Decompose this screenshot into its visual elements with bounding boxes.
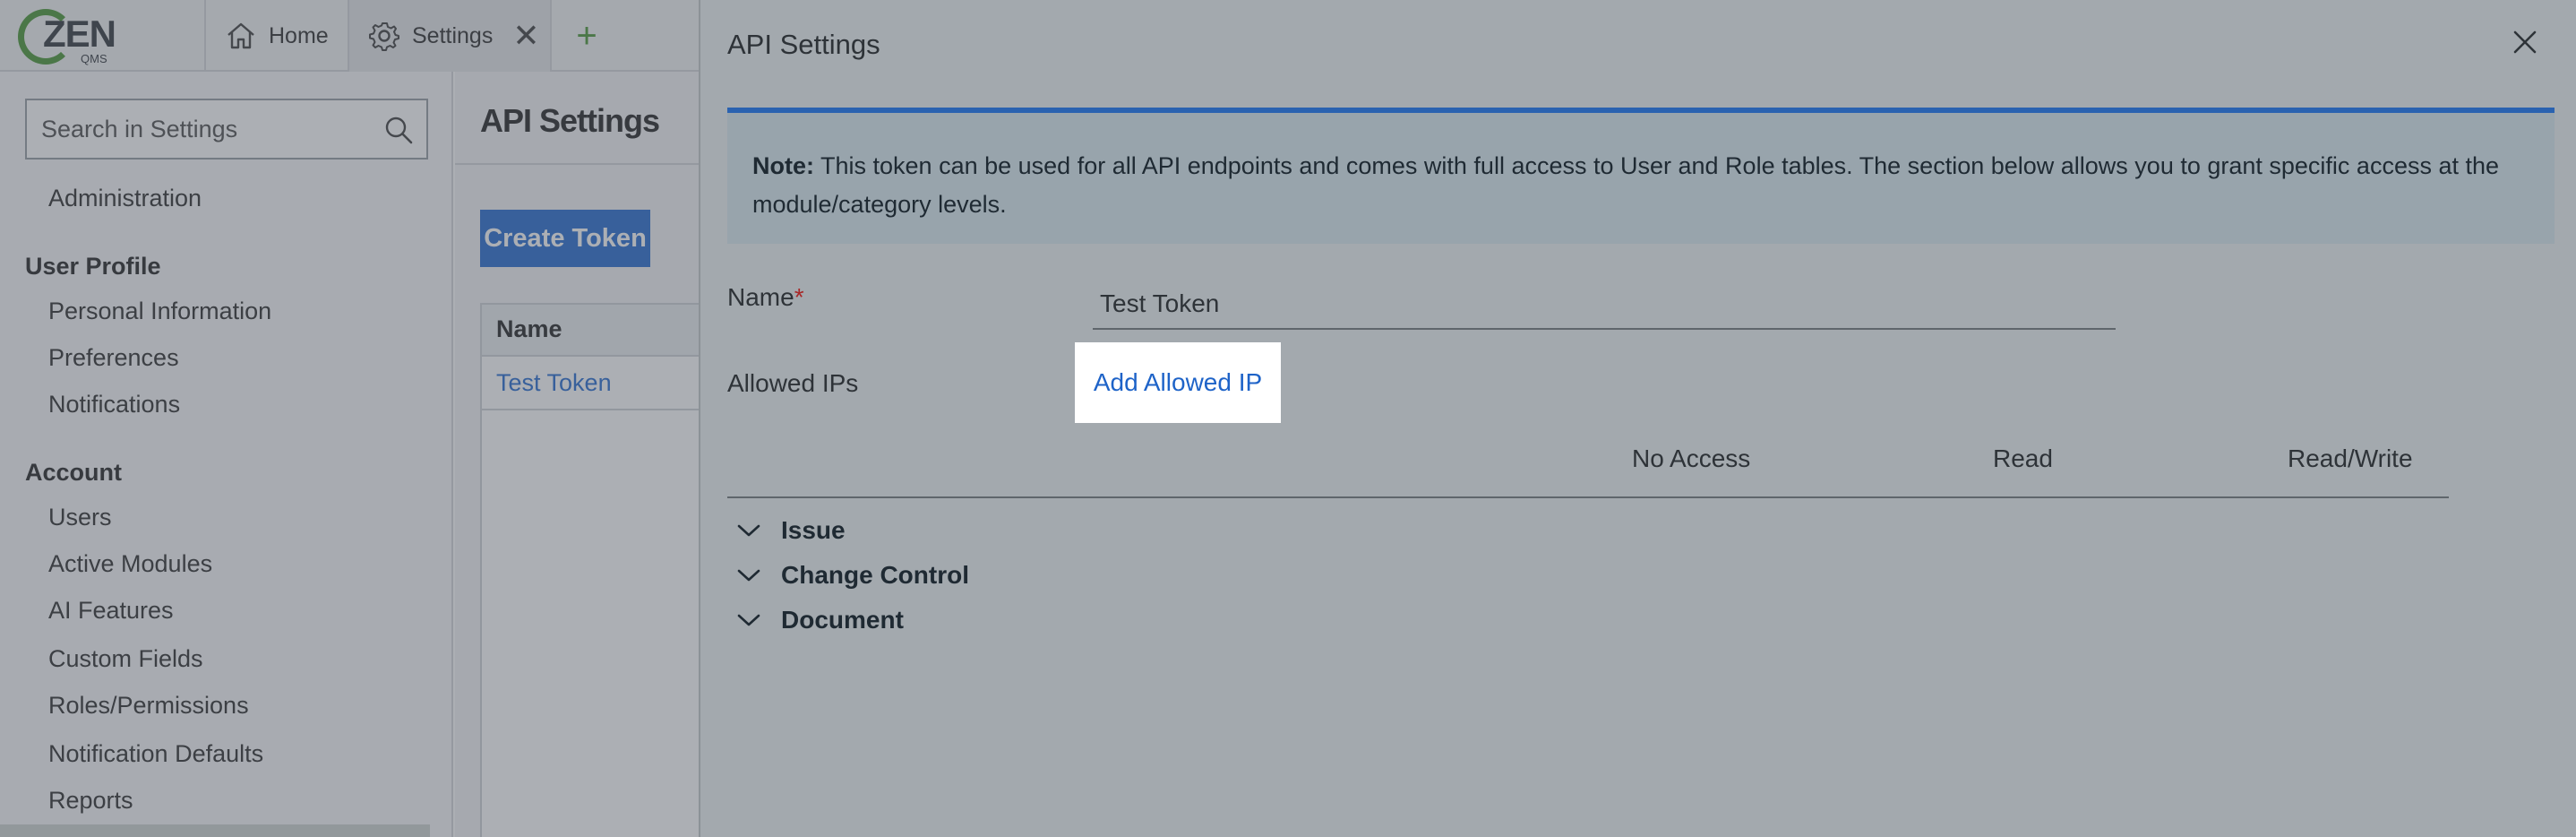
close-icon[interactable] (2510, 27, 2540, 57)
token-name-field[interactable] (1093, 280, 2116, 330)
module-label: Issue (781, 516, 846, 544)
required-mark: * (794, 283, 804, 311)
chevron-down-icon[interactable] (736, 567, 761, 583)
add-allowed-ip-link[interactable]: Add Allowed IP (1075, 342, 1281, 423)
module-label: Document (781, 606, 904, 634)
name-label: Name* (727, 283, 804, 312)
api-settings-dialog: API Settings Note: This token can be use… (699, 0, 2576, 837)
name-label-text: Name (727, 283, 794, 311)
module-label: Change Control (781, 561, 969, 589)
module-row-issue[interactable]: Issue (736, 513, 846, 548)
column-header-read-write: Read/Write (2288, 444, 2413, 472)
dialog-title: API Settings (727, 29, 880, 60)
allowed-ips-label: Allowed IPs (727, 369, 859, 397)
chevron-down-icon[interactable] (736, 522, 761, 539)
module-row-change-control[interactable]: Change Control (736, 557, 969, 593)
note-banner: Note: This token can be used for all API… (727, 108, 2555, 244)
column-header-no-access: No Access (1632, 444, 1751, 472)
module-row-document[interactable]: Document (736, 602, 904, 638)
chevron-down-icon[interactable] (736, 612, 761, 628)
column-header-read: Read (1993, 444, 2053, 472)
permissions-divider (727, 496, 2449, 498)
note-text: This token can be used for all API endpo… (752, 152, 2500, 218)
note-label: Note: (752, 152, 814, 179)
